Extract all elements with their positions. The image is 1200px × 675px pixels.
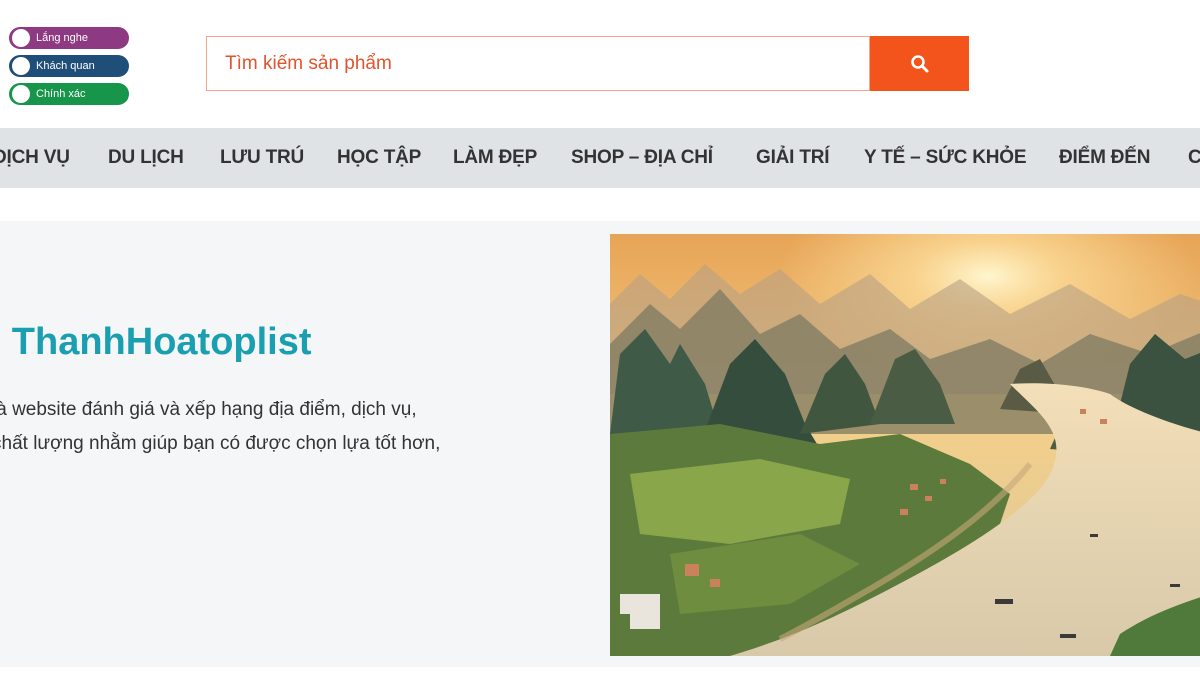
search-box [206,36,870,91]
logo-badge-listen: Lắng nghe [9,27,129,49]
hero-description-line: là website đánh giá và xếp hạng địa điểm… [0,399,417,420]
logo-badge-label: Chính xác [36,88,86,100]
site-logo[interactable]: Lắng nghe Khách quan Chính xác [9,27,129,107]
nav-item-destinations[interactable]: ĐIỂM ĐẾN [1059,128,1150,188]
hero-title: u ThanhHoatoplist [0,321,312,363]
hero-section: u ThanhHoatoplist là website đánh giá và… [0,221,1200,667]
search-icon [910,54,928,72]
nav-item-shop-address[interactable]: SHOP – ĐỊA CHỈ [571,128,713,188]
main-nav: DỊCH VỤ DU LỊCH LƯU TRÚ HỌC TẬP LÀM ĐẸP … [0,128,1200,188]
nav-item-health[interactable]: Y TẾ – SỨC KHỎE [864,128,1027,188]
logo-badge-accurate: Chính xác [9,83,129,105]
badge-dot-icon [12,57,30,75]
logo-badge-label: Lắng nghe [36,32,88,44]
nav-item-entertainment[interactable]: GIẢI TRÍ [756,128,830,188]
site-header: Lắng nghe Khách quan Chính xác [0,0,1200,128]
nav-item-education[interactable]: HỌC TẬP [337,128,421,188]
badge-dot-icon [12,85,30,103]
badge-dot-icon [12,29,30,47]
logo-badge-label: Khách quan [36,60,95,72]
search-input[interactable] [207,37,869,90]
hero-description: là website đánh giá và xếp hạng địa điểm… [0,393,582,461]
nav-item-accommodation[interactable]: LƯU TRÚ [220,128,304,188]
nav-item-services[interactable]: DỊCH VỤ [0,128,70,188]
hero-description-line: chất lượng nhằm giúp bạn có được chọn lự… [0,433,441,454]
search-button[interactable] [870,36,969,91]
hero-image [610,234,1200,656]
landscape-image [610,234,1200,656]
nav-item-beauty[interactable]: LÀM ĐẸP [453,128,537,188]
nav-item-travel[interactable]: DU LỊCH [108,128,184,188]
logo-badge-objective: Khách quan [9,55,129,77]
nav-item-more[interactable]: C [1188,128,1200,188]
